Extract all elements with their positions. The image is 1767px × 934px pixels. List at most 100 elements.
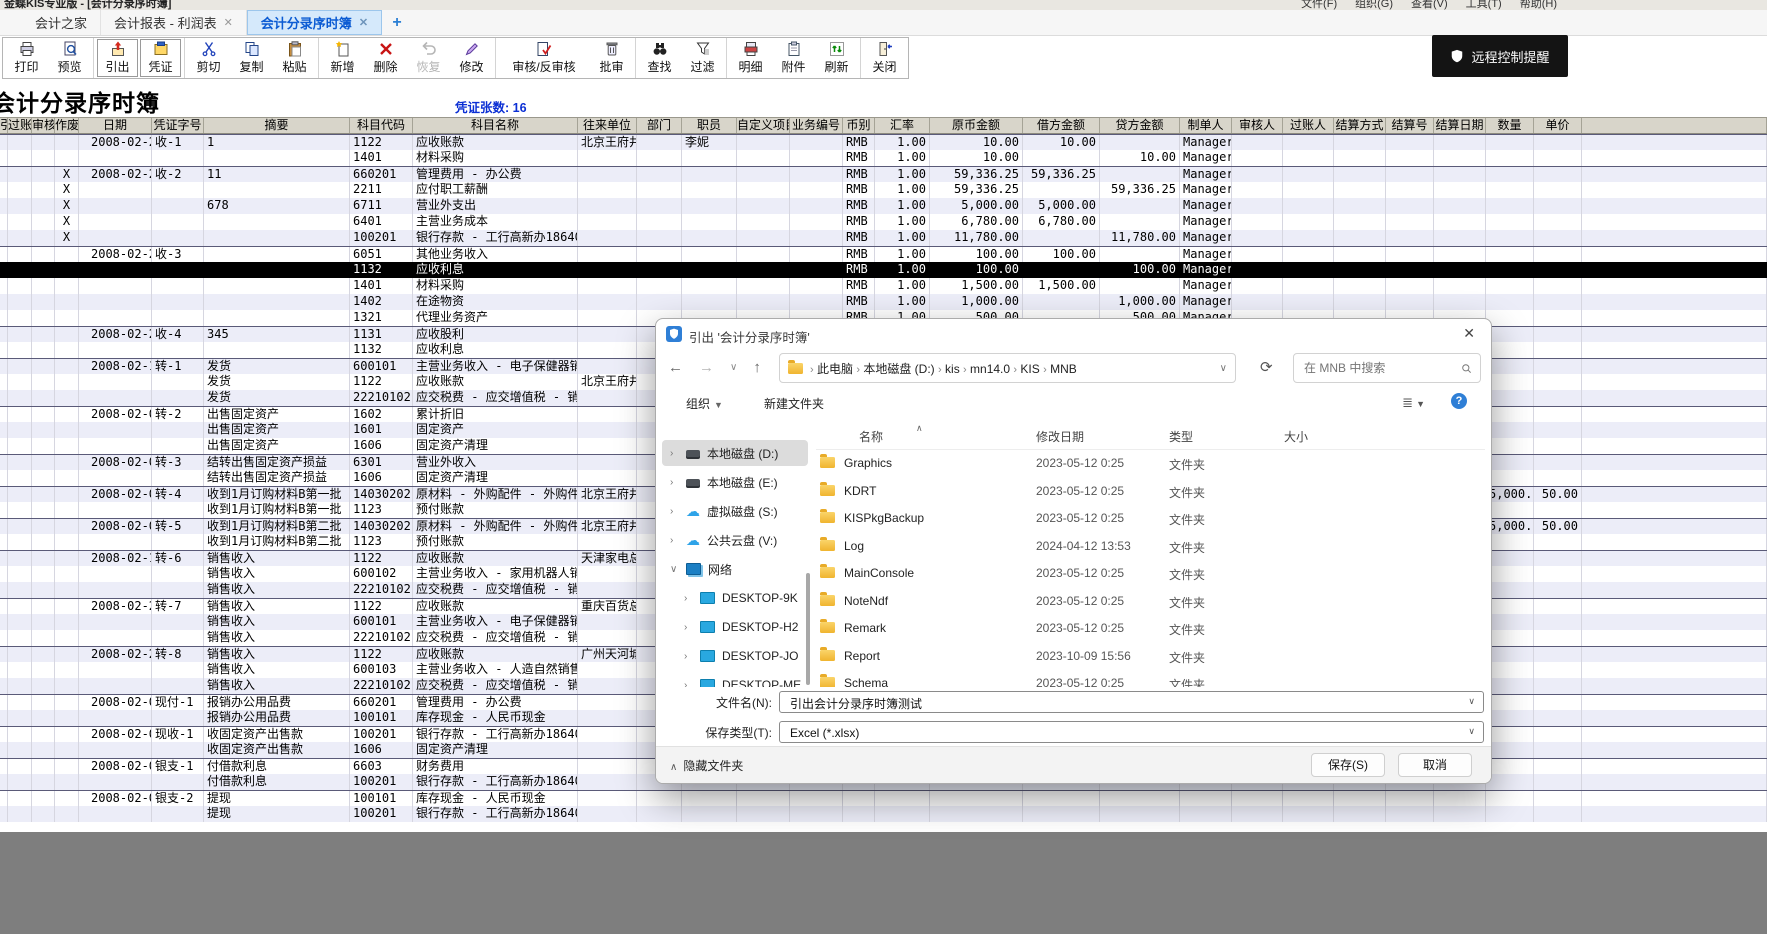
chevron-down-icon[interactable]: ∨: [1468, 726, 1475, 737]
back-icon[interactable]: ←: [668, 359, 683, 376]
column-name[interactable]: 名称: [859, 428, 883, 445]
table-row[interactable]: 1402在途物资RMB1.001,000.001,000.00Manager: [0, 294, 1767, 310]
tab-会计报表 - 利润表[interactable]: 会计报表 - 利润表✕: [101, 10, 247, 35]
table-row[interactable]: 1401材料采购RMB1.0010.0010.00Manager: [0, 150, 1767, 166]
sidebar-item-DESKTOP-9K[interactable]: ›DESKTOP-9K: [662, 585, 808, 611]
toolbar-button-filter[interactable]: 过滤: [681, 38, 724, 78]
breadcrumb-item[interactable]: KIS: [1017, 362, 1043, 376]
sidebar-item-网络[interactable]: ∨网络: [662, 556, 808, 582]
table-row[interactable]: 提现100201银行存款 - 工行高新办18640: [0, 806, 1767, 822]
save-button[interactable]: 保存(S): [1311, 753, 1385, 777]
expand-chevron-icon[interactable]: ›: [684, 651, 693, 662]
view-toggle-button[interactable]: ≣▼: [1402, 395, 1425, 411]
column-type[interactable]: 类型: [1169, 428, 1193, 445]
sidebar-item-本地磁盘 (D:)[interactable]: ›本地磁盘 (D:): [662, 440, 808, 466]
toolbar-button-voucher[interactable]: 凭证: [139, 38, 182, 78]
search-box[interactable]: [1293, 353, 1481, 383]
column-header-credit[interactable]: 贷方金额: [1100, 118, 1180, 133]
column-header-prep[interactable]: 制单人: [1180, 118, 1232, 133]
file-row[interactable]: KDRT2023-05-12 0:25文件夹: [816, 479, 1485, 506]
toolbar-button-export[interactable]: 引出: [96, 38, 139, 78]
file-row[interactable]: Log2024-04-12 13:53文件夹: [816, 534, 1485, 561]
column-header-posted[interactable]: 过账: [8, 118, 32, 133]
table-row[interactable]: 1132应收利息RMB1.00100.00100.00Manager: [0, 262, 1767, 278]
toolbar-button-edit[interactable]: 修改: [450, 38, 493, 78]
column-header-name[interactable]: 科目名称: [413, 118, 578, 133]
table-row[interactable]: X100201银行存款 - 工行高新办18640RMB1.0011,780.00…: [0, 230, 1767, 246]
filetype-input[interactable]: [788, 723, 1462, 743]
address-dropdown-icon[interactable]: ∨: [1220, 363, 1227, 374]
menu-item[interactable]: 查看(V): [1411, 0, 1448, 10]
file-row[interactable]: Schema2023-05-12 0:25文件夹: [816, 671, 1485, 687]
column-date[interactable]: 修改日期: [1036, 428, 1084, 445]
table-row[interactable]: 1401材料采购RMB1.001,500.001,500.00Manager: [0, 278, 1767, 294]
column-header-fill[interactable]: [1582, 118, 1767, 133]
column-header-vno[interactable]: 凭证字号: [152, 118, 204, 133]
column-header-contact[interactable]: 往来单位: [578, 118, 637, 133]
file-row[interactable]: MainConsole2023-05-12 0:25文件夹: [816, 561, 1485, 588]
expand-chevron-icon[interactable]: ›: [670, 448, 679, 459]
column-header-audited[interactable]: 审核: [32, 118, 55, 133]
column-header-dept[interactable]: 部门: [637, 118, 682, 133]
file-row[interactable]: KISPkgBackup2023-05-12 0:25文件夹: [816, 506, 1485, 533]
column-header-sno[interactable]: 结算号: [1386, 118, 1434, 133]
table-row[interactable]: 2008-02-20收-111122应收账款北京王府井百货李妮RMB1.0010…: [0, 134, 1767, 150]
column-header-custom[interactable]: 自定义项目: [737, 118, 790, 133]
column-header-sdate[interactable]: 结算日期: [1434, 118, 1486, 133]
file-row[interactable]: Remark2023-05-12 0:25文件夹: [816, 616, 1485, 643]
column-header-auditor[interactable]: 审核人: [1232, 118, 1283, 133]
column-header-cur[interactable]: 币别: [843, 118, 875, 133]
expand-chevron-icon[interactable]: ›: [684, 593, 693, 604]
toolbar-button-batch[interactable]: 批审: [590, 38, 633, 78]
sidebar-item-DESKTOP-H2[interactable]: ›DESKTOP-H2: [662, 614, 808, 640]
toolbar-button-preview[interactable]: 预览: [48, 38, 91, 78]
column-header-c0[interactable]: 引: [0, 118, 8, 133]
expand-chevron-icon[interactable]: ›: [670, 477, 679, 488]
remote-control-alert-button[interactable]: 远程控制提醒: [1432, 35, 1568, 77]
recent-locations-icon[interactable]: ∨: [730, 362, 737, 373]
toolbar-button-new[interactable]: 新增: [321, 38, 364, 78]
forward-icon[interactable]: →: [699, 359, 714, 376]
expand-chevron-icon[interactable]: ›: [684, 680, 693, 688]
sidebar-item-DESKTOP-JO[interactable]: ›DESKTOP-JO: [662, 643, 808, 669]
table-row[interactable]: X2211应付职工薪酬RMB1.0059,336.2559,336.25Mana…: [0, 182, 1767, 198]
column-size[interactable]: 大小: [1284, 428, 1308, 445]
toolbar-button-paste[interactable]: 粘贴: [273, 38, 316, 78]
sidebar-item-公共云盘 (V:)[interactable]: ›☁公共云盘 (V:): [662, 527, 808, 553]
menu-item[interactable]: 文件(F): [1301, 0, 1337, 10]
toolbar-button-find[interactable]: 查找: [638, 38, 681, 78]
sidebar-item-DESKTOP-ME[interactable]: ›DESKTOP-ME: [662, 672, 808, 687]
toolbar-button-copy[interactable]: 复制: [230, 38, 273, 78]
expand-chevron-icon[interactable]: ∨: [670, 564, 679, 575]
column-header-staff[interactable]: 职员: [682, 118, 737, 133]
table-row[interactable]: 2008-02-08银支-2提现100101库存现金 - 人民币现金: [0, 790, 1767, 806]
filetype-combobox[interactable]: ∨: [779, 721, 1484, 743]
table-row[interactable]: X6786711营业外支出RMB1.005,000.005,000.00Mana…: [0, 198, 1767, 214]
column-header-summary[interactable]: 摘要: [204, 118, 350, 133]
toolbar-button-del[interactable]: 删除: [364, 38, 407, 78]
address-bar[interactable]: › 此电脑 › 本地磁盘 (D:) › kis › mn14.0 › KIS ›…: [779, 353, 1236, 383]
refresh-icon[interactable]: ⟳: [1260, 358, 1273, 376]
sidebar-item-虚拟磁盘 (S:)[interactable]: ›☁虚拟磁盘 (S:): [662, 498, 808, 524]
file-row[interactable]: NoteNdf2023-05-12 0:25文件夹: [816, 589, 1485, 616]
toolbar-button-audit[interactable]: 审核/反审核: [498, 38, 590, 78]
hide-folders-button[interactable]: ∧隐藏文件夹: [670, 757, 743, 774]
breadcrumb-item[interactable]: 此电脑: [814, 362, 857, 376]
expand-chevron-icon[interactable]: ›: [670, 535, 679, 546]
breadcrumb-item[interactable]: MNB: [1047, 362, 1077, 376]
search-input[interactable]: [1302, 360, 1461, 376]
toolbar-button-attach[interactable]: 附件: [772, 38, 815, 78]
toolbar-button-undo[interactable]: 恢复: [407, 38, 450, 78]
toolbar-button-refresh[interactable]: 刷新: [815, 38, 858, 78]
sidebar-scrollbar[interactable]: [806, 573, 810, 685]
help-icon[interactable]: ?: [1451, 393, 1467, 409]
table-row[interactable]: X6401主营业务成本RMB1.006,780.006,780.00Manage…: [0, 214, 1767, 230]
tab-close-icon[interactable]: ✕: [359, 16, 368, 29]
toolbar-button-close[interactable]: 关闭: [863, 38, 906, 78]
dialog-close-icon[interactable]: ✕: [1463, 325, 1475, 342]
filename-combobox[interactable]: ∨: [779, 691, 1484, 713]
menu-item[interactable]: 工具(T): [1466, 0, 1502, 10]
chevron-down-icon[interactable]: ∨: [1468, 696, 1475, 707]
expand-chevron-icon[interactable]: ›: [670, 506, 679, 517]
column-header-poster[interactable]: 过账人: [1283, 118, 1334, 133]
